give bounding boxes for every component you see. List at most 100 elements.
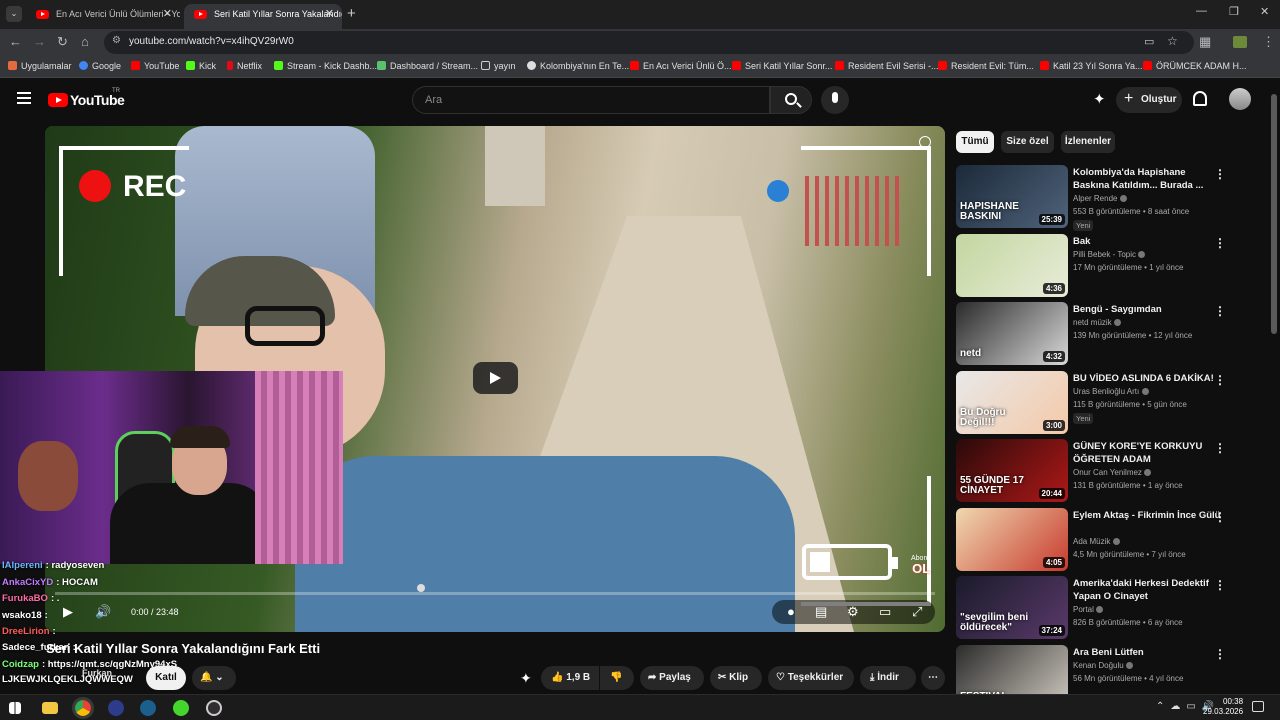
more-options-icon[interactable]: ⋮ xyxy=(1214,167,1226,181)
profile-avatar[interactable] xyxy=(1233,36,1247,48)
bookmark-kolombiya[interactable]: Kolombiya'nın En Te... xyxy=(527,59,629,73)
file-explorer-icon[interactable] xyxy=(42,702,58,714)
forward-icon[interactable]: → xyxy=(33,33,46,51)
notification-bell-button[interactable]: 🔔 ⌄ xyxy=(192,666,236,690)
more-options-icon[interactable]: ⋮ xyxy=(1214,373,1226,387)
more-options-icon[interactable]: ⋮ xyxy=(1214,647,1226,661)
recommended-video[interactable]: 4:36 Bak Pilli Bebek - Topic 17 Mn görüntü… xyxy=(956,233,1256,298)
recommended-video[interactable]: Bu Doğru Değil!!! 3:00 BU VİDEO ASLINDA 6 … xyxy=(956,370,1256,435)
bookmark-dashboard[interactable]: Dashboard / Stream... xyxy=(377,59,478,73)
settings-gear-icon[interactable]: ⚙ xyxy=(847,604,859,620)
create-button[interactable]: Oluştur xyxy=(1116,86,1182,113)
channel-name[interactable]: Portal xyxy=(1073,605,1104,614)
channel-name[interactable]: Kenan Doğulu xyxy=(1073,661,1133,670)
bookmark-netflix[interactable]: Netflix xyxy=(227,59,262,73)
bookmark-kick[interactable]: Kick xyxy=(186,59,216,73)
bookmark-star-icon[interactable]: ☆ xyxy=(1167,34,1178,48)
recommended-video[interactable]: HAPISHANE BASKINI 25:39 Kolombiya'da Hapis… xyxy=(956,165,1256,231)
join-button[interactable]: Katıl xyxy=(146,666,186,690)
site-info-icon[interactable]: ⚙ xyxy=(112,35,121,46)
discord-style-app-icon[interactable] xyxy=(108,700,124,716)
browser-tab-1[interactable]: En Acı Verici Ünlü Ölümleri - Yo ✕ xyxy=(26,4,180,29)
video-thumbnail[interactable]: 4:05 xyxy=(956,507,1068,571)
like-button[interactable]: 👍 1,9 B xyxy=(541,666,599,690)
video-thumbnail[interactable]: "sevgilim beni öldürecek" 37:24 xyxy=(956,576,1068,639)
recommended-video[interactable]: netd 4:32 Bengü - Saygımdan netd müzik 139 … xyxy=(956,302,1256,366)
install-icon[interactable]: ▭ xyxy=(1144,35,1154,48)
back-icon[interactable]: ← xyxy=(9,33,22,51)
bookmark-google[interactable]: Google xyxy=(79,59,121,73)
player-info-icon[interactable] xyxy=(919,136,931,148)
video-thumbnail[interactable]: 4:36 xyxy=(956,233,1068,297)
channel-name[interactable]: netd müzik xyxy=(1073,318,1121,327)
ai-sparkle-icon[interactable]: ✦ xyxy=(1093,90,1106,108)
bookmark-stream-kick[interactable]: Stream - Kick Dashb... xyxy=(274,59,377,73)
ask-ai-sparkle-icon[interactable]: ✦ xyxy=(520,670,532,687)
channel-name[interactable]: Onur Can Yenilmez xyxy=(1073,468,1152,477)
windows-start-icon[interactable] xyxy=(9,702,21,714)
channel-name[interactable]: Alper Rende xyxy=(1073,194,1127,203)
minimize-window-icon[interactable]: — xyxy=(1196,5,1207,17)
bookmark-youtube[interactable]: YouTube xyxy=(131,59,179,73)
restore-window-icon[interactable]: ❐ xyxy=(1229,5,1239,18)
bookmark-katil-23[interactable]: Katil 23 Yıl Sonra Ya... xyxy=(1040,59,1143,73)
clip-button[interactable]: ✂ Klip xyxy=(710,666,762,690)
clock[interactable]: 00:38 29.03.2026 xyxy=(1203,697,1243,717)
autoplay-toggle-icon[interactable]: ● xyxy=(787,604,795,620)
browser-tab-2[interactable]: Seri Katil Yıllar Sonra Yakalandığ ✕ xyxy=(184,4,342,29)
video-thumbnail[interactable]: 55 GÜNDE 17 CİNAYET 20:44 xyxy=(956,439,1068,502)
video-thumbnail[interactable]: HAPISHANE BASKINI 25:39 xyxy=(956,165,1068,228)
bookmark-resident-evil-1[interactable]: Resident Evil Serisi -... xyxy=(835,59,939,73)
chip-watched[interactable]: İzlenenler xyxy=(1061,131,1115,153)
extensions-icon[interactable]: ▦ xyxy=(1199,33,1211,51)
close-tab-icon[interactable]: ✕ xyxy=(325,4,334,25)
bookmark-apps[interactable]: Uygulamalar xyxy=(8,59,72,73)
chrome-icon[interactable] xyxy=(72,697,94,719)
more-options-icon[interactable]: ⋮ xyxy=(1214,236,1226,250)
hamburger-menu-icon[interactable] xyxy=(17,92,31,104)
share-button[interactable]: ➦ Paylaş xyxy=(640,666,704,690)
menu-kebab-icon[interactable]: ⋮ xyxy=(1262,33,1275,51)
video-title[interactable]: Amerika'daki Herkesi Dedektif Yapan O Ci… xyxy=(1073,577,1223,603)
subtitles-icon[interactable]: ▤ xyxy=(815,604,827,620)
notification-center-icon[interactable] xyxy=(1252,701,1264,712)
more-options-icon[interactable]: ⋮ xyxy=(1214,441,1226,455)
fullscreen-icon[interactable]: ⤢ xyxy=(912,604,922,620)
home-icon[interactable]: ⌂ xyxy=(81,33,89,51)
reload-icon[interactable]: ↻ xyxy=(57,33,68,51)
video-thumbnail[interactable]: Bu Doğru Değil!!! 3:00 xyxy=(956,370,1068,434)
more-actions-button[interactable]: ⋯ xyxy=(921,666,945,690)
recommended-video[interactable]: 4:05 Eylem Aktaş - Fikrimin İnce Gülü Ada … xyxy=(956,507,1256,572)
channel-name[interactable]: Pilli Bebek - Topic xyxy=(1073,250,1146,259)
page-scrollbar[interactable] xyxy=(1271,94,1277,334)
bookmark-en-aci[interactable]: En Acı Verici Ünlü Ö... xyxy=(630,59,732,73)
new-tab-button[interactable]: + xyxy=(347,5,356,22)
video-title[interactable]: Ara Beni Lütfen xyxy=(1073,646,1223,659)
recommended-video[interactable]: "sevgilim beni öldürecek" 37:24 Amerika'da… xyxy=(956,576,1256,640)
video-title[interactable]: Bengü - Saygımdan xyxy=(1073,303,1223,316)
voice-search-button[interactable] xyxy=(821,86,849,114)
search-button[interactable] xyxy=(770,86,812,114)
video-title[interactable]: BU VİDEO ASLINDA 6 DAKİKA! xyxy=(1073,372,1223,385)
subscribe-overlay[interactable]: Abone OL xyxy=(911,554,931,575)
video-thumbnail[interactable]: netd 4:32 xyxy=(956,302,1068,365)
channel-name[interactable]: Furkan xyxy=(82,668,112,678)
dislike-button[interactable]: 👎 xyxy=(600,666,634,690)
chip-all[interactable]: Tümü xyxy=(956,131,994,153)
thanks-button[interactable]: ♡ Teşekkürler xyxy=(768,666,854,690)
theater-mode-icon[interactable]: ▭ xyxy=(879,604,891,620)
notifications-bell-icon[interactable] xyxy=(1193,91,1207,106)
video-title[interactable]: GÜNEY KORE'YE KORKUYU ÖĞRETEN ADAM xyxy=(1073,440,1223,466)
search-input[interactable]: Ara xyxy=(412,86,770,114)
video-title[interactable]: Bak xyxy=(1073,235,1223,248)
progress-scrubber[interactable] xyxy=(417,584,425,592)
play-button-large[interactable] xyxy=(473,362,518,394)
razer-icon[interactable] xyxy=(173,700,189,716)
close-tab-icon[interactable]: ✕ xyxy=(163,4,172,25)
chip-for-you[interactable]: Size özel xyxy=(1001,131,1054,153)
more-options-icon[interactable]: ⋮ xyxy=(1214,578,1226,592)
bookmark-seri-katil[interactable]: Seri Katil Yıllar Sonr... xyxy=(732,59,832,73)
more-options-icon[interactable]: ⋮ xyxy=(1214,510,1226,524)
bookmark-folder-yayin[interactable]: yayın xyxy=(481,59,516,73)
account-avatar[interactable] xyxy=(1229,88,1251,110)
